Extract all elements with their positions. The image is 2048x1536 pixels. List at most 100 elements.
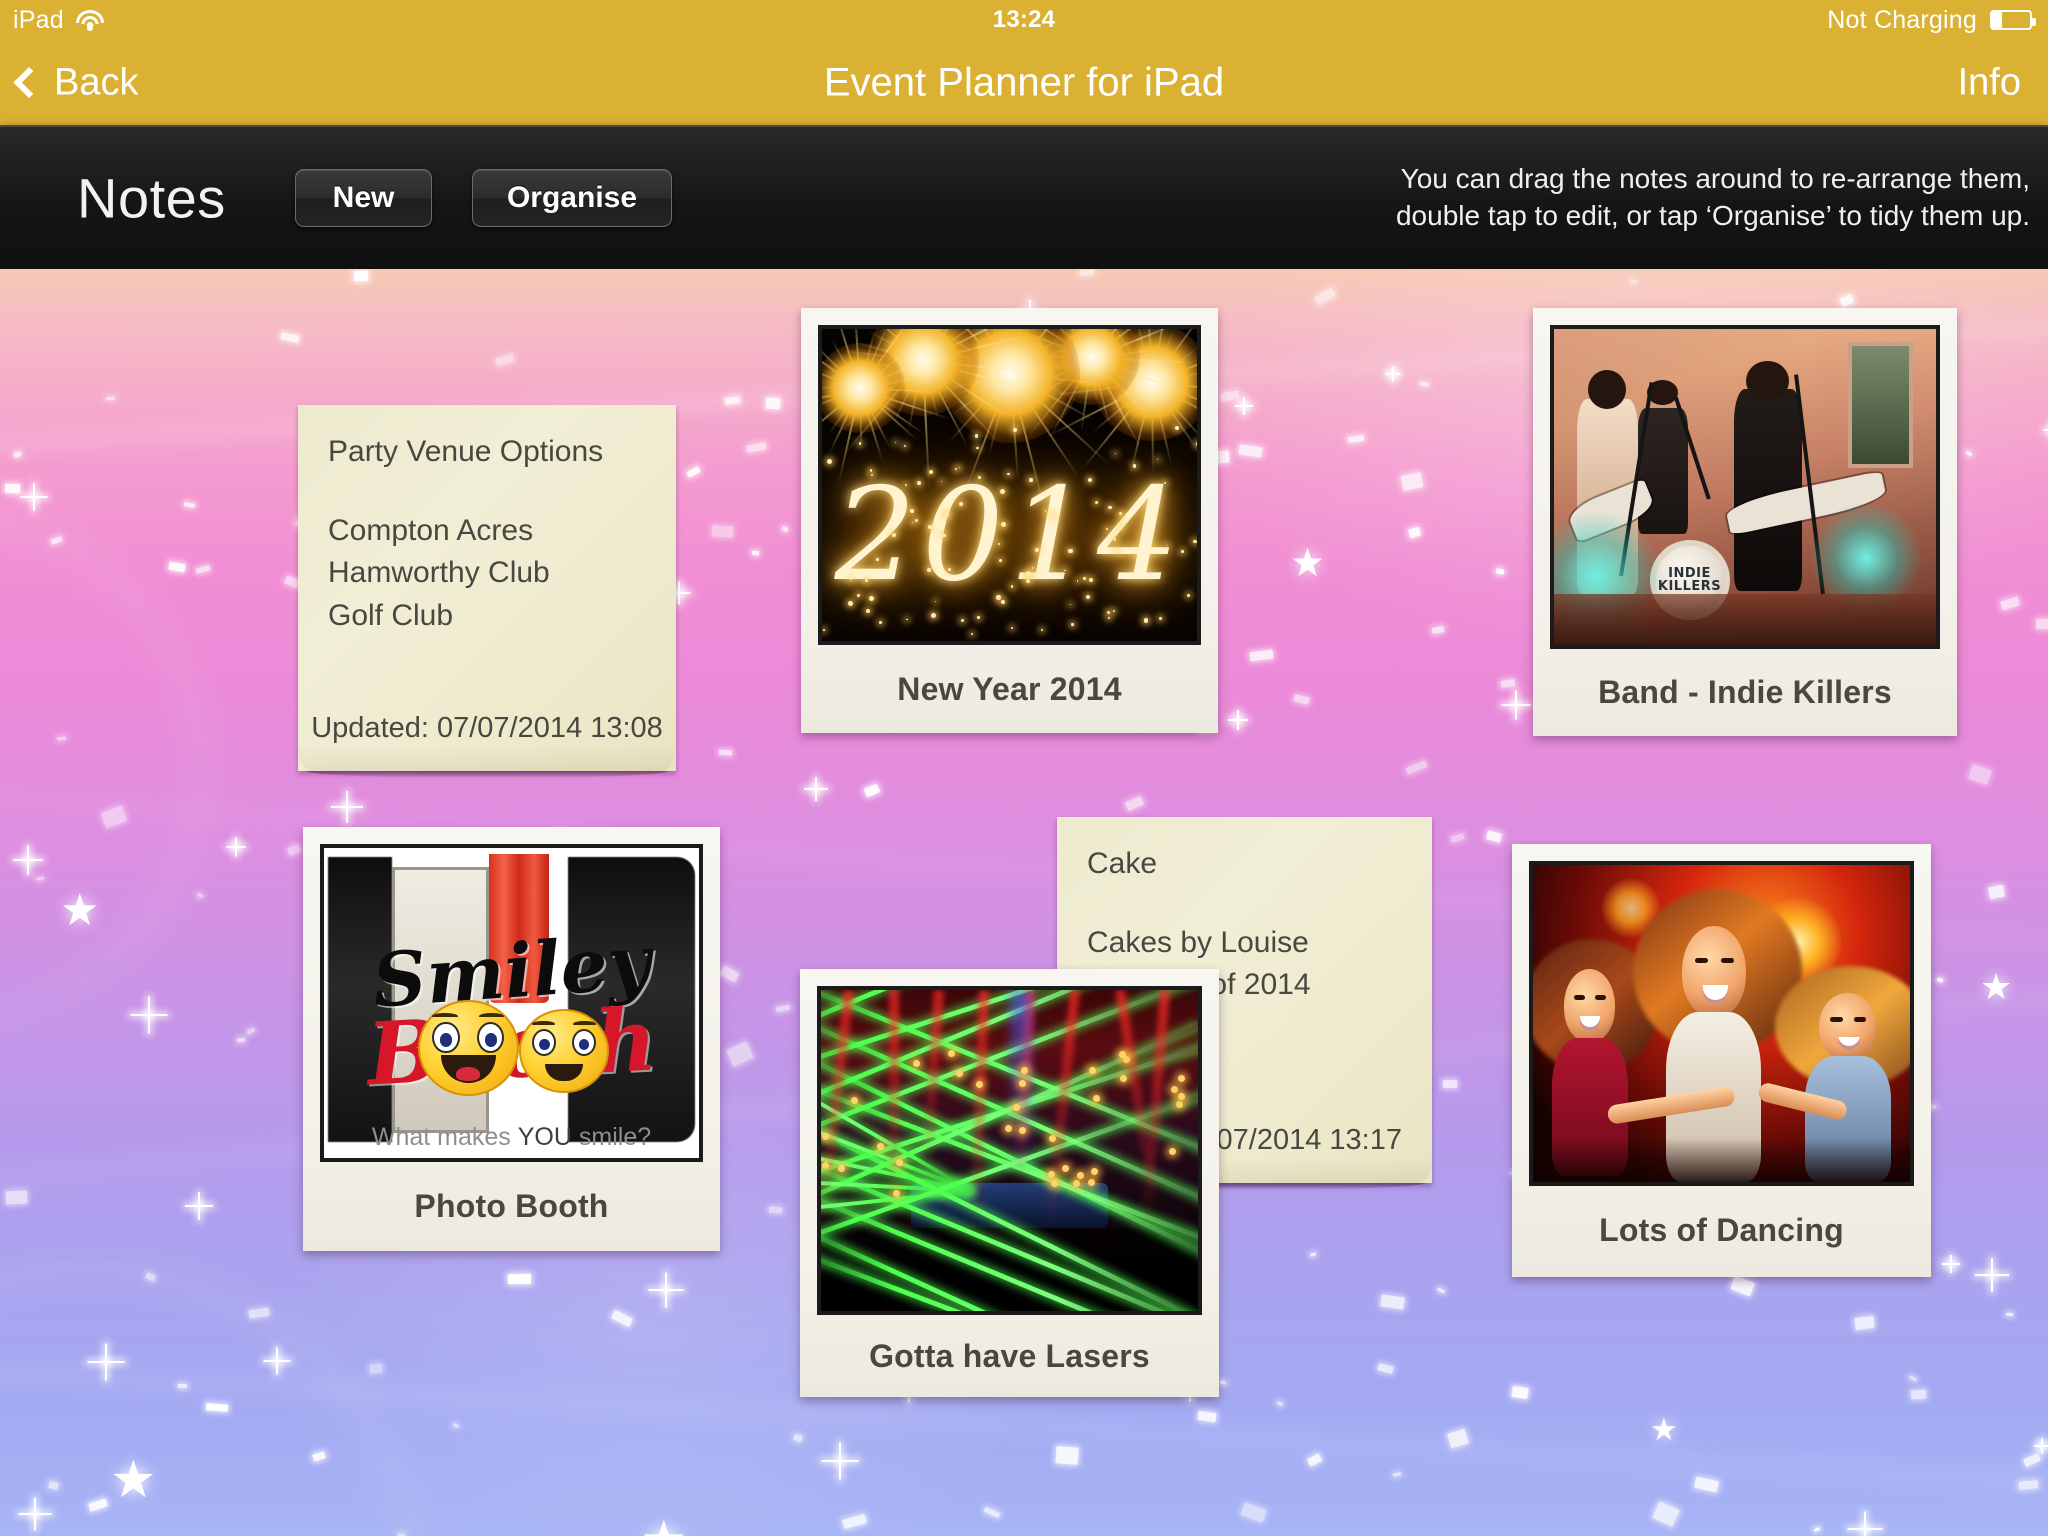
sparkle-dot bbox=[916, 480, 921, 486]
sparkle bbox=[105, 396, 116, 401]
stage-light-dot bbox=[1048, 1134, 1056, 1142]
sparkle bbox=[2005, 1312, 2014, 1317]
stage-light-dot bbox=[955, 1070, 963, 1078]
dancing-artwork bbox=[1533, 865, 1910, 1182]
dancer-eye bbox=[1694, 958, 1709, 964]
photo-caption: New Year 2014 bbox=[897, 670, 1122, 707]
sparkle-dot bbox=[869, 469, 873, 472]
sparkle-dot bbox=[823, 629, 825, 631]
background-halo bbox=[0, 499, 220, 1039]
band-member-head bbox=[1587, 370, 1626, 410]
sparkle bbox=[2018, 1480, 2039, 1490]
sparkle-dot bbox=[1107, 611, 1111, 615]
twinkle-star-icon bbox=[804, 777, 828, 801]
twinkle-star-icon bbox=[331, 791, 363, 823]
sparkle-dot bbox=[1180, 549, 1184, 553]
sparkle bbox=[765, 397, 781, 410]
band-stage-artwork: INDIE KILLERS bbox=[1554, 329, 1936, 645]
photo-image-photo-booth: Smiley Booth What makes YOU bbox=[320, 844, 703, 1162]
sparkle bbox=[718, 749, 733, 756]
note-line: Hamworthy Club bbox=[328, 556, 550, 590]
stage-light-dot bbox=[1018, 1079, 1026, 1087]
toolbar-hint-line-1: You can drag the notes around to re-arra… bbox=[1400, 163, 2030, 195]
photo-note-new-year-2014[interactable]: 2014 New Year 2014 bbox=[801, 308, 1218, 733]
photo-note-gotta-have-lasers[interactable]: Gotta have Lasers bbox=[800, 969, 1219, 1397]
sparkle bbox=[1486, 830, 1502, 843]
stage-light-dot bbox=[948, 1050, 956, 1058]
stage-light-dot bbox=[1091, 1167, 1099, 1175]
note-line: Cakes by Louise bbox=[1087, 925, 1309, 959]
sparkle-dot bbox=[1118, 511, 1123, 515]
note-card-party-venue-options[interactable]: Party Venue Options Compton Acres Hamwor… bbox=[298, 405, 676, 778]
photo-caption: Photo Booth bbox=[414, 1188, 609, 1224]
sparkle bbox=[5, 1190, 28, 1205]
sparkle-dot bbox=[1193, 539, 1197, 543]
sparkle bbox=[751, 550, 760, 556]
twinkle-star-icon bbox=[130, 996, 167, 1033]
dancer-eye bbox=[1574, 994, 1585, 1000]
photo-caption: Gotta have Lasers bbox=[869, 1337, 1150, 1374]
new-note-button[interactable]: New bbox=[295, 169, 432, 227]
brow bbox=[532, 1020, 555, 1027]
brow bbox=[432, 1012, 458, 1020]
photo-note-band-indie-killers[interactable]: INDIE KILLERS Band - Indie Killers bbox=[1533, 308, 1957, 736]
brow bbox=[479, 1012, 505, 1020]
sparkle-dot bbox=[847, 600, 853, 606]
sparkle bbox=[1055, 1446, 1079, 1465]
twinkle-star-icon bbox=[1847, 1511, 1882, 1536]
twinkle-star-icon bbox=[87, 1343, 124, 1380]
brow bbox=[573, 1020, 596, 1027]
smiley-booth-artwork: Smiley Booth What makes YOU bbox=[324, 848, 699, 1158]
stage-light-dot bbox=[837, 1165, 845, 1173]
laser-show-artwork bbox=[821, 990, 1198, 1312]
mouth bbox=[441, 1055, 496, 1083]
sparkle-dot bbox=[1069, 603, 1071, 606]
eye bbox=[532, 1028, 557, 1056]
stage-light-dot bbox=[1120, 1074, 1128, 1082]
photo-note-photo-booth[interactable]: Smiley Booth What makes YOU bbox=[303, 827, 720, 1251]
booth-tagline: What makes YOU smile? bbox=[324, 1123, 699, 1152]
sparkle-dot bbox=[1164, 481, 1166, 484]
status-bar-clock: 13:24 bbox=[992, 6, 1056, 33]
sparkle bbox=[1854, 1315, 1875, 1331]
sparkle bbox=[205, 1403, 229, 1412]
dancer-smile bbox=[1702, 984, 1728, 1004]
sparkle-dot bbox=[903, 445, 906, 448]
twinkle-star-icon bbox=[20, 483, 47, 510]
stage-light-dot bbox=[1076, 1171, 1084, 1179]
photo-note-lots-of-dancing[interactable]: Lots of Dancing bbox=[1512, 844, 1931, 1277]
sparkle bbox=[2035, 618, 2048, 630]
photo-image-new-year-2014: 2014 bbox=[818, 325, 1201, 645]
sparkle bbox=[1910, 1389, 1927, 1400]
stage-light-dot bbox=[1178, 1075, 1186, 1083]
sparkle bbox=[1511, 1385, 1529, 1400]
crowd-silhouette bbox=[1176, 1275, 1198, 1312]
sparkle bbox=[781, 525, 789, 533]
note-line: Compton Acres bbox=[328, 513, 534, 547]
status-bar-left: iPad bbox=[0, 6, 105, 35]
sparkle-dot bbox=[1143, 618, 1149, 623]
photo-image-gotta-have-lasers bbox=[817, 986, 1202, 1316]
organise-button[interactable]: Organise bbox=[472, 169, 672, 227]
sparkle-dot bbox=[1000, 521, 1006, 527]
sparkle-dot bbox=[1095, 500, 1098, 504]
sparkle-dot bbox=[996, 595, 1001, 601]
twinkle-star-icon bbox=[1385, 366, 1400, 381]
sparkle-dot bbox=[976, 446, 979, 450]
info-button[interactable]: Info bbox=[1958, 61, 2021, 104]
photo-caption: Lots of Dancing bbox=[1599, 1211, 1844, 1248]
sparkle-dot bbox=[1031, 567, 1034, 569]
twinkle-star-icon bbox=[1235, 397, 1253, 415]
star-glyph-icon: ★ bbox=[640, 1514, 688, 1536]
sparkle bbox=[711, 525, 734, 538]
notes-canvas[interactable]: ★★★★★★★★ Party Venue Options Compton Acr… bbox=[0, 269, 2048, 1536]
sparkle bbox=[1249, 649, 1274, 662]
sparkle bbox=[1436, 1287, 1446, 1294]
sparkle-dot bbox=[970, 633, 973, 636]
sparkle bbox=[1500, 678, 1516, 689]
stage-light-dot bbox=[1012, 1104, 1020, 1112]
toolbar-hint-line-2: double tap to edit, or tap ‘Organise’ to… bbox=[1395, 200, 2030, 231]
sparkle-dot bbox=[1007, 472, 1010, 476]
dancer-eye bbox=[1720, 958, 1735, 964]
sparkle-dot bbox=[906, 618, 908, 621]
